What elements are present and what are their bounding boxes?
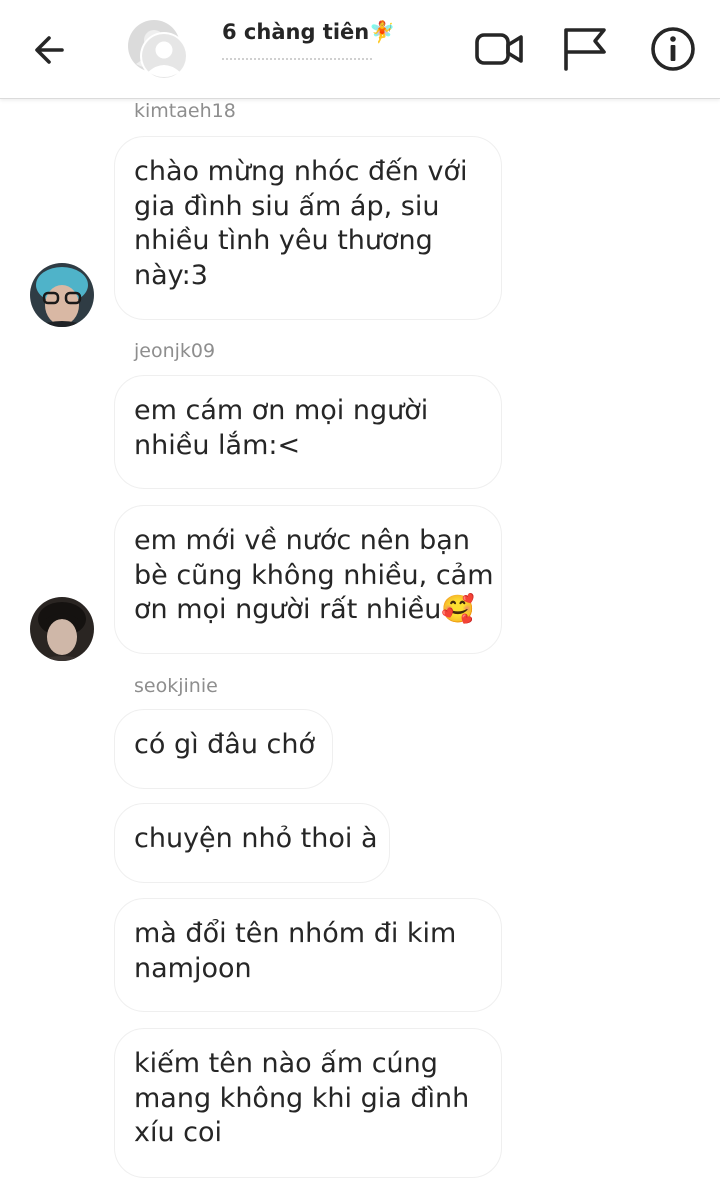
message-line: mang không khi gia đình (134, 1082, 470, 1114)
message-line: chào mừng nhóc đến với (134, 156, 468, 187)
sender-name: jeonjk09 (134, 340, 216, 362)
avatar[interactable] (30, 263, 94, 327)
message-bubble[interactable]: mà đổi tên nhóm đi kim namjoon (114, 898, 502, 1012)
message-line: bè cũng không nhiều, cảm (134, 559, 494, 591)
message-line: gia đình siu ấm áp, siu (134, 190, 440, 222)
message-line: kiếm tên nào ấm cúng (134, 1048, 438, 1079)
message-bubble[interactable]: kiếm tên nào ấm cúng mang không khi gia … (114, 1028, 502, 1178)
message-line: chuyện nhỏ thoi à (134, 823, 378, 854)
info-button[interactable] (648, 24, 698, 74)
chat-subtitle (222, 58, 372, 66)
video-camera-icon (475, 33, 523, 65)
back-button[interactable] (28, 28, 72, 72)
message-line: em mới về nước nên bạn (134, 525, 470, 556)
sender-name: kimtaeh18 (134, 100, 236, 122)
user-photo-icon (30, 263, 94, 327)
flag-icon (564, 28, 606, 71)
message-line: em cám ơn mọi người (134, 395, 429, 426)
chat-title[interactable]: 6 chàng tiên🧚 (222, 20, 395, 45)
message-bubble[interactable]: em cám ơn mọi người nhiều lắm:< (114, 375, 502, 489)
message-bubble[interactable]: chuyện nhỏ thoi à (114, 803, 390, 883)
group-avatar[interactable] (124, 16, 190, 82)
message-line: mà đổi tên nhóm đi kim (134, 918, 457, 949)
message-line: này:3 (134, 259, 208, 291)
info-icon (651, 27, 695, 71)
message-bubble[interactable]: em mới về nước nên bạn bè cũng không nhi… (114, 505, 502, 654)
group-avatar-icon (128, 20, 188, 80)
avatar[interactable] (30, 597, 94, 661)
back-arrow-icon (35, 36, 64, 64)
video-call-button[interactable] (474, 24, 524, 74)
message-line: có gì đâu chớ (134, 729, 316, 760)
message-thread: kimtaeh18 chào mừng nhóc đến với gia đìn… (0, 98, 720, 1178)
chat-header: 6 chàng tiên🧚 (0, 0, 720, 99)
message-line: ơn mọi người rất nhiều🥰 (134, 594, 475, 625)
message-line: nhiều lắm:< (134, 429, 301, 461)
message-bubble[interactable]: có gì đâu chớ (114, 709, 333, 789)
sender-name: seokjinie (134, 675, 218, 697)
message-bubble[interactable]: chào mừng nhóc đến với gia đình siu ấm á… (114, 136, 502, 320)
user-photo-icon (30, 597, 94, 661)
message-line: nhiều tình yêu thương (134, 225, 433, 256)
report-button[interactable] (560, 24, 610, 74)
message-line: namjoon (134, 952, 252, 984)
message-line: xíu coi (134, 1117, 223, 1148)
